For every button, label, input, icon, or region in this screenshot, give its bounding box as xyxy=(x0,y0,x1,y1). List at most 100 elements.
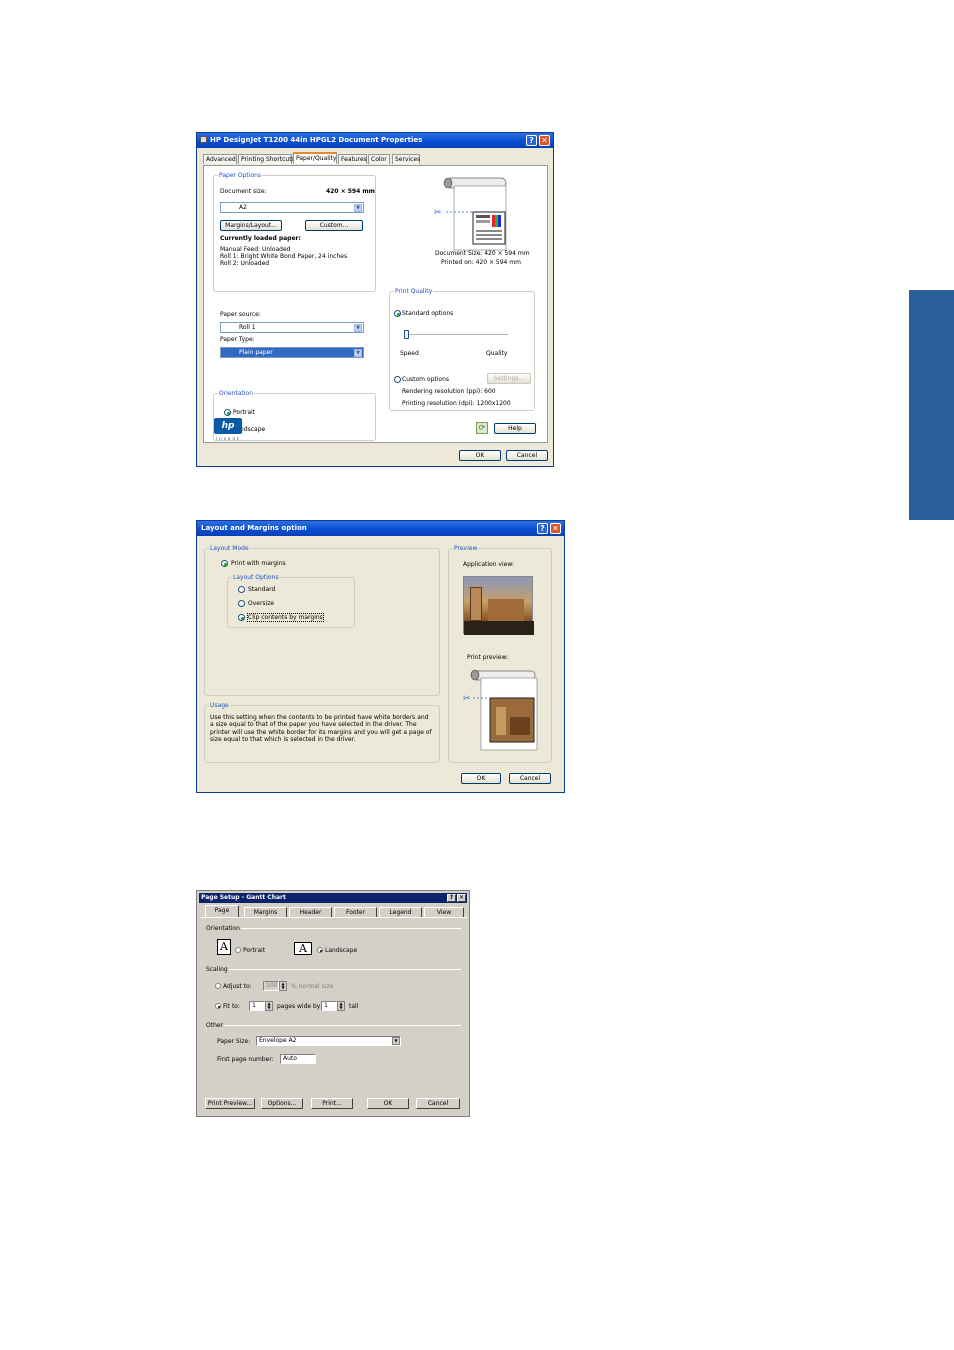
dialog-title: Layout and Margins option xyxy=(201,524,307,532)
printing-resolution: Printing resolution (dpi): 1200x1200 xyxy=(402,400,511,407)
chapter-side-tab xyxy=(909,290,954,520)
tab-advanced[interactable]: Advanced xyxy=(203,154,237,164)
print-preview-button[interactable]: Print Preview... xyxy=(205,1098,255,1109)
title-bar[interactable]: Page Setup - Gantt Chart ? ✕ xyxy=(199,893,467,903)
custom-size-button[interactable]: Custom... xyxy=(305,220,363,231)
print-quality-group: Print Quality Standard options Speed Qua… xyxy=(389,288,535,411)
cancel-button[interactable]: Cancel xyxy=(509,773,551,784)
print-quality-label: Print Quality xyxy=(394,288,434,295)
fit-to-radio[interactable] xyxy=(215,1003,221,1009)
scaling-divider xyxy=(229,969,461,970)
margins-layout-button[interactable]: Margins/Layout... xyxy=(220,220,282,231)
document-size-label: Document size: xyxy=(220,188,267,195)
help-icon[interactable]: ? xyxy=(537,523,548,534)
tab-footer[interactable]: Footer xyxy=(334,907,377,917)
tab-features[interactable]: Features xyxy=(338,154,367,164)
landscape-label: Landscape xyxy=(325,947,358,954)
paper-size-select[interactable]: Envelope A2 ▼ xyxy=(256,1036,401,1046)
clip-contents-radio[interactable] xyxy=(238,614,245,621)
pages-wide-by-label: pages wide by xyxy=(277,1003,321,1010)
help-icon[interactable]: ? xyxy=(526,135,537,146)
rendering-resolution: Rendering resolution (ppi): 600 xyxy=(402,388,496,395)
loaded-paper-roll1: Roll 1: Bright White Bond Paper, 24 inch… xyxy=(220,253,348,260)
tab-legend[interactable]: Legend xyxy=(379,907,422,917)
other-label: Other xyxy=(206,1022,224,1029)
paper-type-select[interactable]: Plain paper ▼ xyxy=(220,347,364,358)
paper-type-value: Plain paper xyxy=(239,349,273,356)
usage-text: Use this setting when the contents to be… xyxy=(210,714,432,744)
adjust-to-radio[interactable] xyxy=(215,983,221,989)
standard-options-radio[interactable] xyxy=(394,310,401,317)
layout-margins-dialog: Layout and Margins option ? ✕ Layout Mod… xyxy=(196,520,565,793)
ok-button[interactable]: OK xyxy=(459,450,501,461)
tab-services[interactable]: Services xyxy=(392,154,420,164)
close-icon[interactable]: ✕ xyxy=(457,894,466,902)
hp-logo: hp xyxy=(214,418,242,434)
fit-wide-spin-icon[interactable]: ▲ ▼ xyxy=(265,1001,273,1011)
ok-button[interactable]: OK xyxy=(461,773,501,784)
help-button[interactable]: Help xyxy=(494,423,536,434)
preview-printed-on: Printed on: 420 × 594 mm xyxy=(441,259,521,266)
tab-divider xyxy=(201,917,467,918)
refresh-icon[interactable]: ⟳ xyxy=(476,422,488,434)
print-button[interactable]: Print... xyxy=(311,1098,353,1109)
tab-printing-shortcuts[interactable]: Printing Shortcuts xyxy=(238,154,295,164)
standard-radio[interactable] xyxy=(238,586,245,593)
paper-size-value: Envelope A2 xyxy=(259,1037,297,1044)
tab-header[interactable]: Header xyxy=(289,907,332,917)
cancel-button[interactable]: Cancel xyxy=(416,1098,460,1109)
tab-paper-quality[interactable]: Paper/Quality xyxy=(293,152,337,164)
slider-thumb[interactable] xyxy=(404,330,409,339)
fit-to-label: Fit to: xyxy=(223,1003,240,1010)
size-select[interactable]: A2 ▼ xyxy=(220,202,364,213)
print-with-margins-label: Print with margins xyxy=(231,560,286,567)
adjust-to-input[interactable]: 100 xyxy=(263,981,279,991)
print-with-margins-radio[interactable] xyxy=(221,560,228,567)
speed-label: Speed xyxy=(400,350,419,357)
cancel-button[interactable]: Cancel xyxy=(506,450,548,461)
orientation-label: Orientation xyxy=(218,390,254,397)
adjust-spin-icon[interactable]: ▲ ▼ xyxy=(279,981,287,991)
quality-slider[interactable] xyxy=(404,330,508,339)
title-bar[interactable]: HP DesignJet T1200 44in HPGL2 Document P… xyxy=(197,133,553,148)
paper-options-label: Paper Options xyxy=(218,172,263,179)
close-icon[interactable]: ✕ xyxy=(539,135,550,146)
ok-button[interactable]: OK xyxy=(367,1098,409,1109)
first-page-label: First page number: xyxy=(217,1056,274,1063)
other-divider xyxy=(224,1025,461,1026)
portrait-label: Portrait xyxy=(233,409,256,416)
first-page-input[interactable]: Auto xyxy=(280,1054,316,1064)
help-icon[interactable]: ? xyxy=(447,894,456,902)
paper-source-select[interactable]: Roll 1 ▼ xyxy=(220,322,364,333)
settings-button[interactable]: Settings... xyxy=(487,373,531,384)
fit-tall-spin-icon[interactable]: ▲ ▼ xyxy=(337,1001,345,1011)
tab-margins[interactable]: Margins xyxy=(244,907,287,917)
usage-label: Usage xyxy=(209,702,230,709)
portrait-radio[interactable] xyxy=(235,947,241,953)
portrait-radio[interactable] xyxy=(224,409,231,416)
options-button[interactable]: Options... xyxy=(261,1098,303,1109)
fit-tall-input[interactable]: 1 xyxy=(321,1001,337,1011)
document-properties-dialog: HP DesignJet T1200 44in HPGL2 Document P… xyxy=(196,132,554,467)
scaling-label: Scaling xyxy=(206,966,228,973)
orientation-label: Orientation xyxy=(206,925,240,932)
layout-options-group: Layout Options Standard Oversize Clip co… xyxy=(227,574,355,628)
title-bar[interactable]: Layout and Margins option ? ✕ xyxy=(197,521,564,536)
oversize-radio[interactable] xyxy=(238,600,245,607)
tab-view[interactable]: View xyxy=(424,907,464,917)
oversize-label: Oversize xyxy=(248,600,275,607)
fit-wide-input[interactable]: 1 xyxy=(249,1001,265,1011)
custom-options-label: Custom options xyxy=(402,376,449,383)
tab-color[interactable]: Color xyxy=(368,154,390,164)
layout-options-label: Layout Options xyxy=(232,574,280,581)
chevron-down-icon: ▼ xyxy=(354,204,362,212)
custom-options-radio[interactable] xyxy=(394,376,401,383)
paper-source-label: Paper source: xyxy=(220,311,261,318)
size-select-value: A2 xyxy=(239,204,247,211)
landscape-radio[interactable] xyxy=(317,947,323,953)
layout-mode-label: Layout Mode xyxy=(209,545,250,552)
close-icon[interactable]: ✕ xyxy=(550,523,561,534)
landscape-page-icon: A xyxy=(294,942,312,955)
print-preview-graphic: ✂ xyxy=(463,667,543,751)
tab-page[interactable]: Page xyxy=(205,905,239,917)
